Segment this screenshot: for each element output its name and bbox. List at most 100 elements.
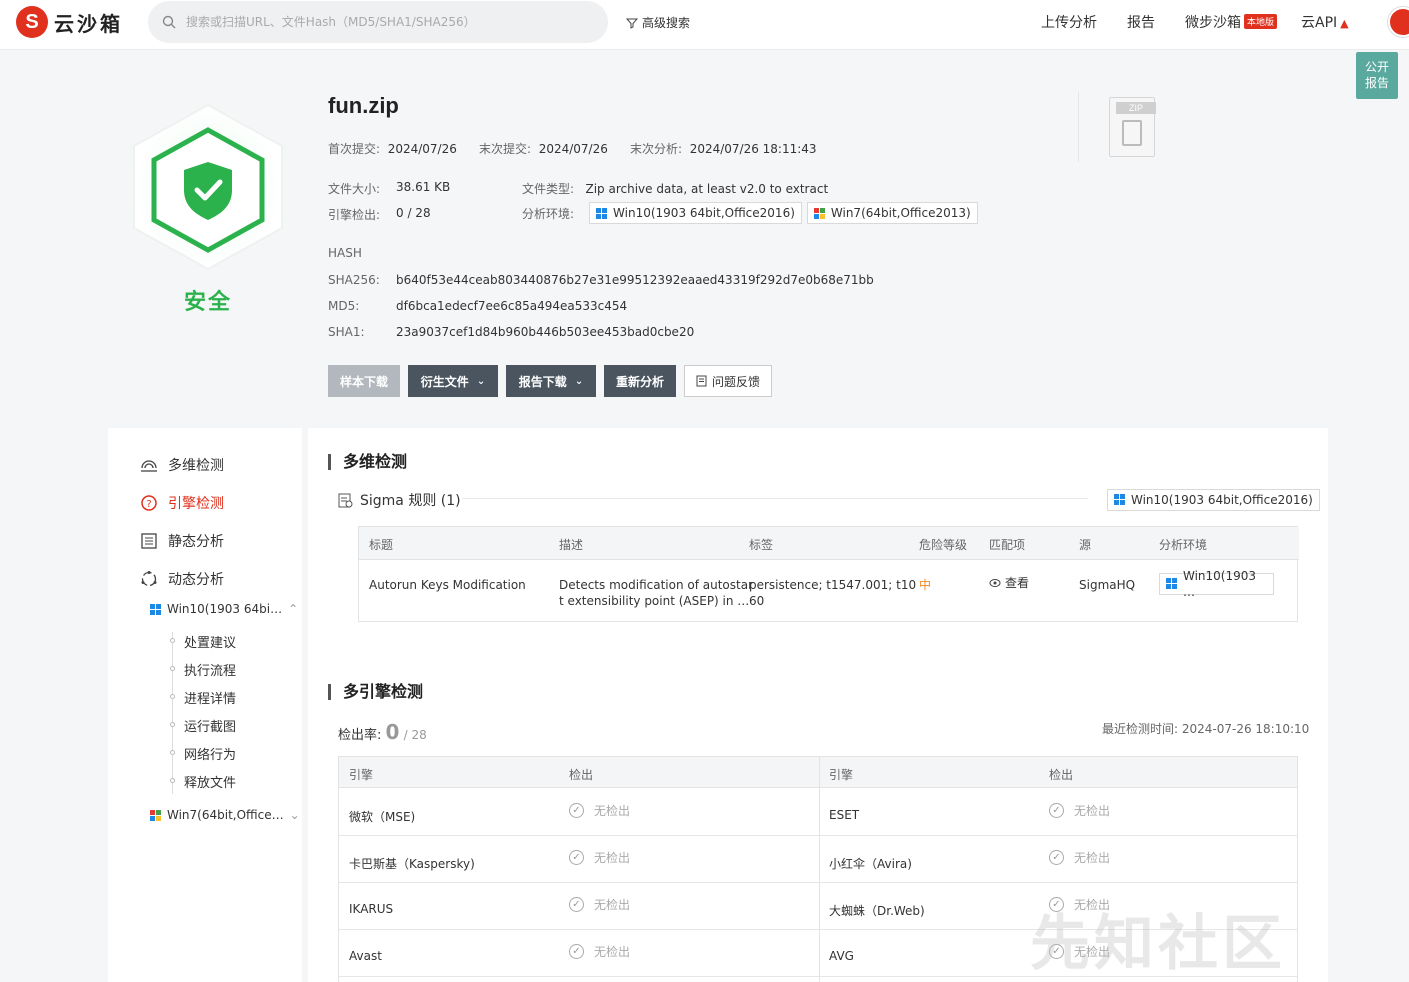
engine-name: 大蜘蛛（Dr.Web) [829, 904, 925, 918]
windows-icon [150, 603, 161, 615]
check-circle-icon: ✓ [1049, 850, 1064, 865]
eye-icon [989, 579, 1001, 587]
engine-result: ✓ 无检出 [1049, 849, 1110, 866]
sha1-row: SHA1: 23a9037cef1d84b960b446b503ee453bad0… [328, 325, 695, 339]
fire-icon: ▲ [1340, 17, 1349, 30]
md5-value[interactable]: df6bca1edecf7ee6c85a494ea533c454 [396, 299, 627, 313]
windows-icon [596, 207, 608, 219]
check-circle-icon: ✓ [569, 897, 584, 912]
th-detect: 检出 [569, 768, 594, 782]
env-chip-win10[interactable]: Win10(1903 64bit,Office2016) [589, 202, 802, 224]
last-detect-time: 最近检测时间: 2024-07-26 18:10:10 [1102, 722, 1310, 736]
search-input[interactable] [186, 15, 586, 29]
th-match: 匹配项 [989, 538, 1026, 552]
sidebar-sub-screenshot[interactable]: 运行截图 [184, 716, 236, 735]
sidebar-item-static-analysis[interactable]: 静态分析 [140, 531, 224, 551]
sidebar-item-multi-detect[interactable]: 多维检测 [140, 455, 224, 475]
derived-files-button[interactable]: 衍生文件 ⌄ [408, 365, 498, 397]
sigma-rules-title: Sigma 规则 (1) [338, 490, 461, 510]
th-env: 分析环境 [1159, 538, 1208, 552]
advanced-search-label: 高级搜索 [642, 16, 691, 30]
engine-result: ✓ 无检出 [569, 802, 630, 819]
chevron-down-icon: ⌄ [289, 808, 300, 822]
nav-api-label: 云API [1301, 15, 1338, 31]
hash-title: HASH [328, 246, 362, 260]
sigma-env-selector[interactable]: Win10(1903 64bit,Office2016) [1107, 488, 1320, 511]
cycle-icon [141, 571, 157, 587]
tree-dot [170, 638, 175, 643]
report-download-button[interactable]: 报告下载 ⌄ [506, 365, 596, 397]
top-bar: S 云沙箱 高级搜索 上传分析 报告 微步沙箱本地版 云API▲ [0, 0, 1409, 50]
th-engine-2: 引擎 [829, 768, 854, 782]
search-box[interactable] [148, 1, 608, 43]
sidebar-sub-process[interactable]: 进程详情 [184, 688, 236, 707]
detection-rate: 检出率: 0 / 28 [338, 720, 427, 744]
nav-weibu-label: 微步沙箱 [1185, 15, 1241, 31]
engine-name: IKARUS [349, 902, 394, 916]
engine-result: ✓ 无检出 [1049, 802, 1110, 819]
sigma-row-tags: persistence; t1547.001; t10 60 [749, 578, 917, 608]
file-type: 文件类型: Zip archive data, at least v2.0 to… [522, 182, 829, 196]
sigma-row-source: SigmaHQ [1079, 578, 1136, 592]
filter-icon [626, 18, 638, 29]
th-title: 标题 [369, 538, 394, 552]
sidebar-sub-exec-flow[interactable]: 执行流程 [184, 660, 236, 679]
sidebar-env-win10[interactable]: Win10(1903 64bi… ⌃ [150, 602, 298, 616]
radar-icon [141, 460, 157, 472]
sidebar-item-dynamic-analysis[interactable]: 动态分析 [140, 569, 224, 589]
tree-dot [170, 722, 175, 727]
tree-line [172, 632, 173, 794]
public-report-button[interactable]: 公开 报告 [1356, 52, 1398, 99]
sha1-value[interactable]: 23a9037cef1d84b960b446b503ee453bad0cbe20 [396, 325, 694, 339]
sigma-row-view[interactable]: 查看 [989, 575, 1029, 591]
th-engine: 引擎 [349, 768, 374, 782]
nav-weibu-sandbox[interactable]: 微步沙箱 本地版 [1185, 12, 1278, 32]
feedback-button[interactable]: 问题反馈 [684, 365, 772, 397]
watermark: 先知社区 [1030, 909, 1286, 979]
engine-result: ✓ 无检出 [569, 849, 630, 866]
question-circle-icon: ? [141, 495, 157, 511]
sha256-value[interactable]: b640f53e44ceab803440876b27e31e99512392ea… [396, 273, 874, 287]
list-icon [141, 533, 157, 549]
check-circle-icon: ✓ [569, 803, 584, 818]
nav-cloud-api[interactable]: 云API ▲ [1301, 12, 1349, 32]
nav-upload[interactable]: 上传分析 [1041, 12, 1097, 32]
svg-text:?: ? [146, 499, 151, 510]
sidebar-sub-network[interactable]: 网络行为 [184, 744, 236, 763]
sigma-table: 标题 描述 标签 危险等级 匹配项 源 分析环境 Autorun Keys Mo… [358, 526, 1299, 622]
sidebar-sub-disposal[interactable]: 处置建议 [184, 632, 236, 651]
engine-name: AVG [829, 949, 854, 963]
check-circle-icon: ✓ [569, 944, 584, 959]
engine-name: Avast [349, 949, 382, 963]
avatar[interactable] [1388, 7, 1409, 37]
chevron-up-icon: ⌃ [288, 602, 299, 616]
engine-result: ✓ 无检出 [569, 943, 630, 960]
sidebar-env-win7[interactable]: Win7(64bit,Office… ⌄ [150, 808, 300, 822]
first-submit: 首次提交: 2024/07/26 [328, 142, 457, 156]
engine-result: ✓ 无检出 [569, 896, 630, 913]
search-icon [162, 15, 176, 29]
engine-name: 微软（MSE) [349, 810, 416, 824]
sigma-row-env[interactable]: Win10(1903 … [1159, 569, 1274, 599]
sidebar-sub-released-files[interactable]: 释放文件 [184, 772, 236, 791]
advanced-search-link[interactable]: 高级搜索 [626, 14, 690, 31]
document-icon [696, 375, 707, 387]
sidebar-item-engine-detect[interactable]: ? 引擎检测 [140, 493, 224, 513]
sample-download-button[interactable]: 样本下载 [328, 365, 400, 397]
sigma-row-title: Autorun Keys Modification [369, 578, 526, 592]
detection-rate-value: 0 [385, 720, 400, 744]
sha256-row: SHA256: b640f53e44ceab803440876b27e31e995… [328, 273, 874, 287]
last-analysis: 末次分析: 2024/07/26 18:11:43 [630, 142, 817, 156]
th-level: 危险等级 [919, 538, 968, 552]
tree-dot [170, 750, 175, 755]
env-chip-win7[interactable]: Win7(64bit,Office2013) [806, 202, 978, 224]
sigma-divider [462, 498, 1088, 499]
reanalyze-button[interactable]: 重新分析 [604, 365, 676, 397]
multi-detect-title: 多维检测 [328, 454, 407, 470]
logo[interactable]: S 云沙箱 [16, 6, 123, 38]
nav-report[interactable]: 报告 [1127, 12, 1155, 32]
tree-dot [170, 778, 175, 783]
check-circle-icon: ✓ [1049, 803, 1064, 818]
engine-detect: 引擎检出: 0 / 28 [328, 206, 431, 222]
table-row: 卡巴斯基（Kaspersky) ✓ 无检出 小红伞（Avira) ✓ 无检出 [339, 836, 1297, 883]
